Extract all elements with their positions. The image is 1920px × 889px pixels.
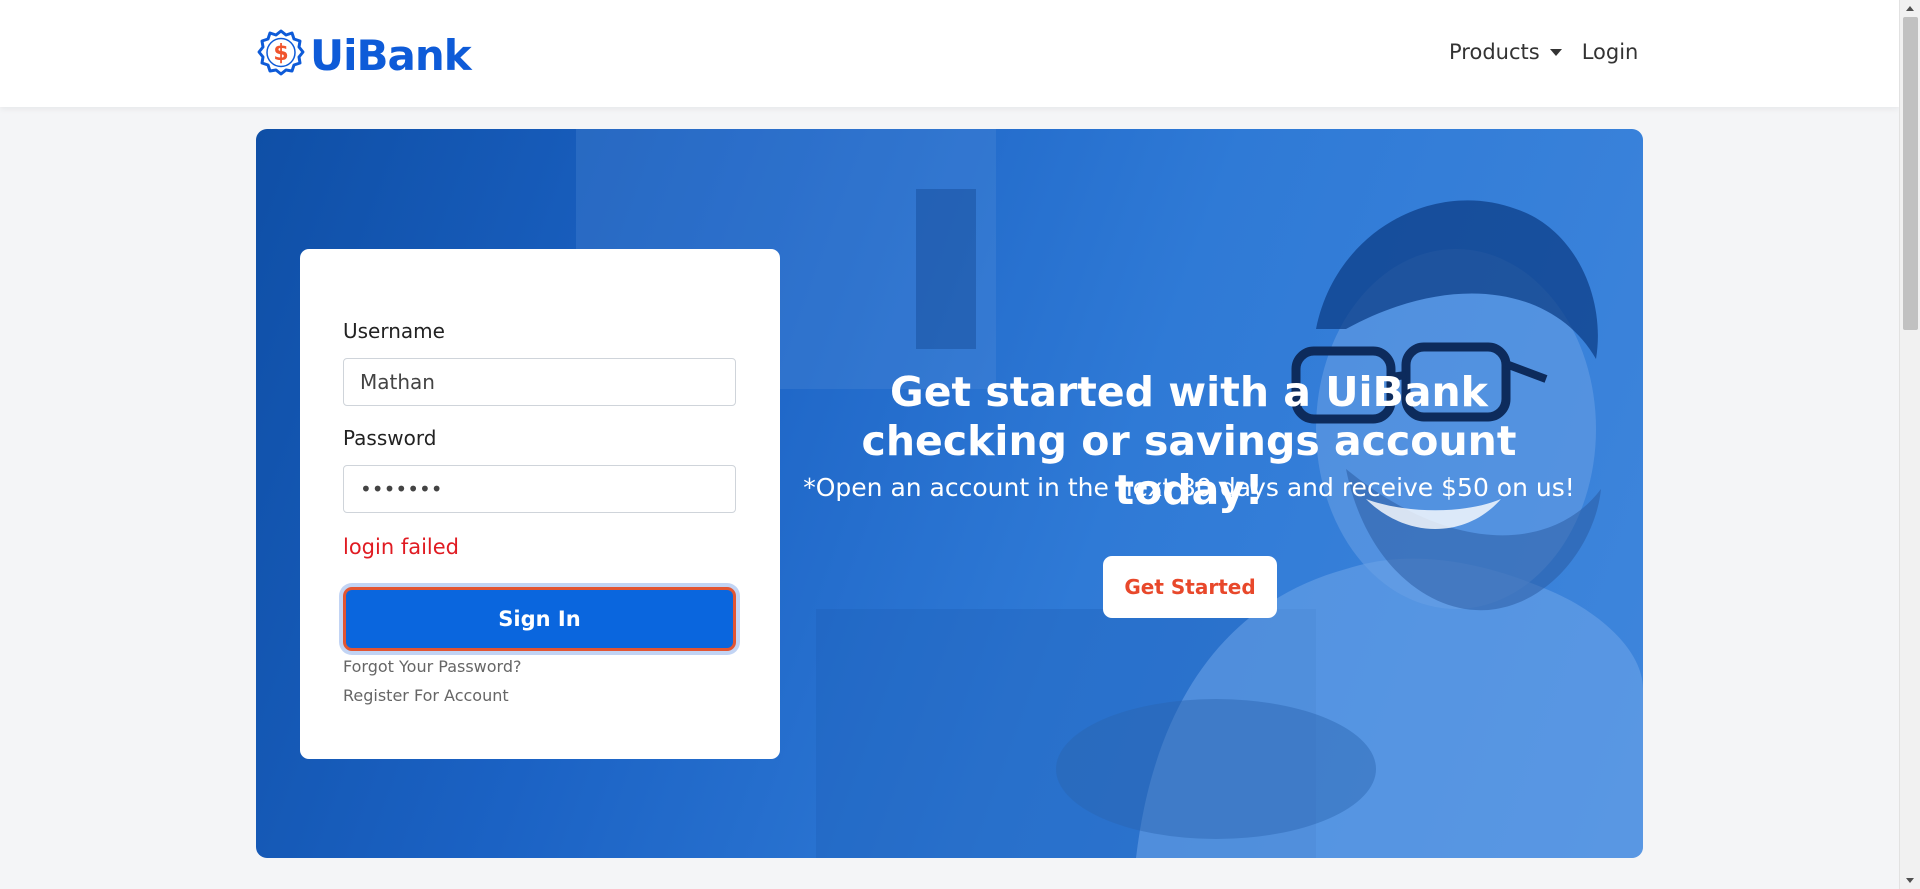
username-label: Username <box>343 319 445 343</box>
scroll-down-arrow-icon[interactable] <box>1906 878 1914 883</box>
dollar-badge-icon: $ <box>256 28 306 82</box>
hero-subheading: *Open an account in the next 30 days and… <box>803 473 1575 502</box>
products-dropdown[interactable]: Products <box>1449 40 1562 64</box>
sign-in-button[interactable]: Sign In <box>343 587 736 651</box>
password-input[interactable] <box>343 465 736 513</box>
scroll-up-arrow-icon[interactable] <box>1906 6 1914 11</box>
scrollbar-thumb[interactable] <box>1903 17 1918 330</box>
forgot-password-link[interactable]: Forgot Your Password? <box>343 657 522 676</box>
register-account-link[interactable]: Register For Account <box>343 686 509 705</box>
caret-down-icon <box>1549 48 1562 56</box>
login-error-message: login failed <box>343 535 460 559</box>
top-navbar: $ UiBank Products Login <box>0 0 1899 107</box>
nav-login-link[interactable]: Login <box>1582 40 1639 64</box>
nav-links: Products Login <box>1449 40 1638 64</box>
login-card: Username Password login failed Sign In F… <box>300 249 780 759</box>
password-label: Password <box>343 426 437 450</box>
brand-name: UiBank <box>310 30 472 80</box>
get-started-button[interactable]: Get Started <box>1103 556 1277 618</box>
page-scrollbar[interactable] <box>1899 0 1920 889</box>
svg-text:$: $ <box>273 41 288 66</box>
login-label: Login <box>1581 40 1639 64</box>
brand-logo-link[interactable]: $ UiBank <box>256 28 472 82</box>
products-label: Products <box>1449 40 1540 64</box>
username-input[interactable] <box>343 358 736 406</box>
